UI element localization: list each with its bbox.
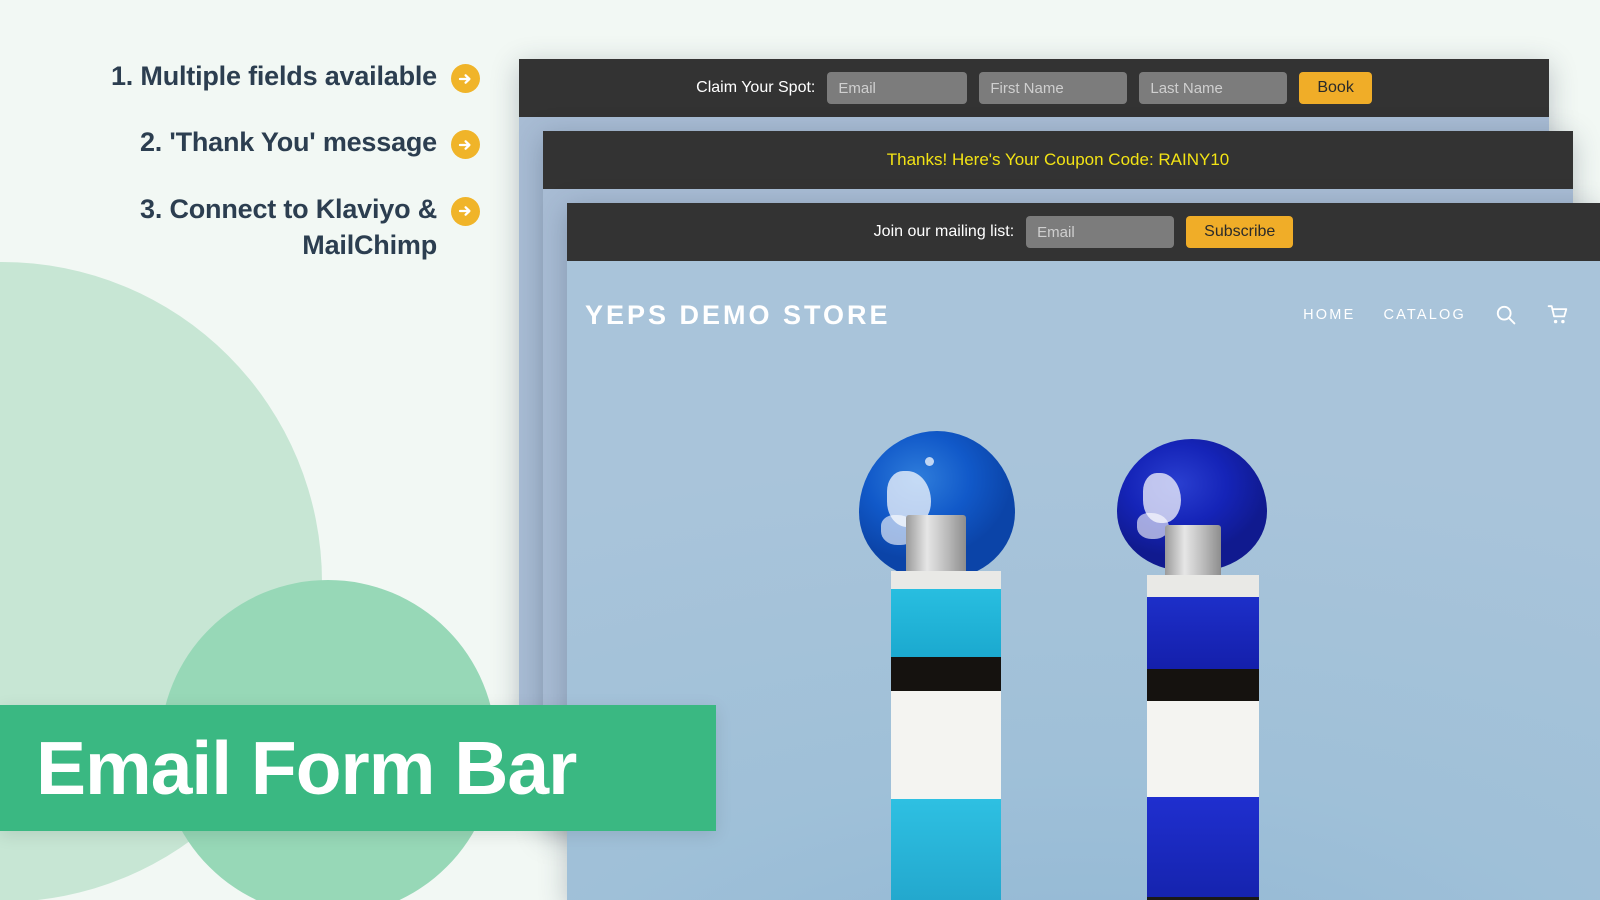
email-input[interactable] xyxy=(827,72,968,104)
feature-label-1: 1. Multiple fields available xyxy=(110,61,437,91)
paint-tube-blue xyxy=(1107,439,1287,900)
book-button[interactable]: Book xyxy=(1299,72,1372,104)
email-form-bar-mailing-list: Join our mailing list: Subscribe xyxy=(567,203,1600,261)
title-banner: Email Form Bar xyxy=(0,705,716,831)
coupon-message: Thanks! Here's Your Coupon Code: RAINY10 xyxy=(886,150,1230,169)
last-name-input[interactable] xyxy=(1139,72,1288,104)
store-logo[interactable]: YEPS DEMO STORE xyxy=(585,300,891,331)
feature-item-1: 1. Multiple fields available xyxy=(0,58,480,94)
arrow-circle-right-icon xyxy=(451,196,480,226)
email-form-bar-claim-spot: Claim Your Spot: Book xyxy=(519,59,1549,117)
promo-graphic: 1. Multiple fields available 2. 'Thank Y… xyxy=(0,0,1600,900)
email-form-bar-coupon: Thanks! Here's Your Coupon Code: RAINY10 xyxy=(543,131,1573,189)
first-name-input[interactable] xyxy=(979,72,1128,104)
email-input[interactable] xyxy=(1026,216,1175,248)
store-nav: HOME CATALOG xyxy=(1303,303,1570,327)
store-header: YEPS DEMO STORE HOME CATALOG xyxy=(567,261,1600,369)
paint-tube-cyan xyxy=(847,431,1027,900)
storefront-preview: YEPS DEMO STORE HOME CATALOG xyxy=(567,261,1600,900)
feature-label-2: 2. 'Thank You' message xyxy=(139,127,437,158)
form-bar-label: Join our mailing list: xyxy=(873,223,1015,240)
arrow-circle-right-icon xyxy=(451,64,480,93)
form-bar-label: Claim Your Spot: xyxy=(696,79,816,96)
shopping-cart-icon[interactable] xyxy=(1546,303,1570,327)
subscribe-button[interactable]: Subscribe xyxy=(1186,216,1294,248)
nav-link-catalog[interactable]: CATALOG xyxy=(1383,307,1466,323)
feature-item-3: 3. Connect to Klaviyo & MailChimp xyxy=(0,191,480,264)
feature-item-2: 2. 'Thank You' message xyxy=(0,124,480,160)
search-icon[interactable] xyxy=(1494,303,1518,327)
nav-link-home[interactable]: HOME xyxy=(1303,307,1355,323)
arrow-circle-right-icon xyxy=(451,130,480,160)
preview-card-mailing-list: Join our mailing list: Subscribe xyxy=(567,203,1600,900)
feature-list: 1. Multiple fields available 2. 'Thank Y… xyxy=(0,58,480,264)
feature-label-3: 3. Connect to Klaviyo & MailChimp xyxy=(140,193,437,261)
banner-title: Email Form Bar xyxy=(36,725,577,810)
